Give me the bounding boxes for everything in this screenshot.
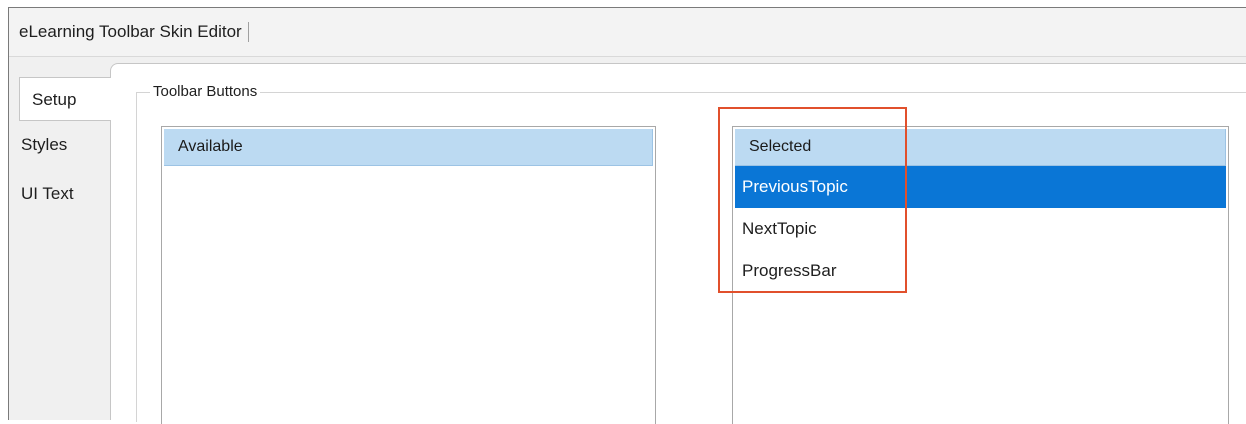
window-title: eLearning Toolbar Skin Editor	[19, 22, 249, 42]
tab-styles[interactable]: Styles	[9, 123, 109, 167]
tab-content-panel: Toolbar Buttons Available Selected Previ…	[110, 63, 1246, 424]
editor-window: eLearning Toolbar Skin Editor Setup Styl…	[8, 7, 1246, 424]
selected-list[interactable]: Selected PreviousTopic NextTopic Progres…	[732, 126, 1229, 424]
list-item-nexttopic[interactable]: NextTopic	[735, 208, 1226, 250]
group-label: Toolbar Buttons	[150, 82, 261, 102]
title-bar: eLearning Toolbar Skin Editor	[9, 8, 1246, 57]
list-item-progressbar[interactable]: ProgressBar	[735, 250, 1226, 292]
toolbar-buttons-group: Toolbar Buttons Available Selected Previ…	[136, 82, 1246, 424]
available-list[interactable]: Available	[161, 126, 656, 424]
list-item-previoustopic[interactable]: PreviousTopic	[735, 166, 1226, 208]
available-list-header[interactable]: Available	[164, 129, 653, 166]
tab-ui-text[interactable]: UI Text	[9, 172, 109, 216]
selected-list-header[interactable]: Selected	[735, 129, 1226, 166]
tab-setup[interactable]: Setup	[19, 77, 111, 121]
